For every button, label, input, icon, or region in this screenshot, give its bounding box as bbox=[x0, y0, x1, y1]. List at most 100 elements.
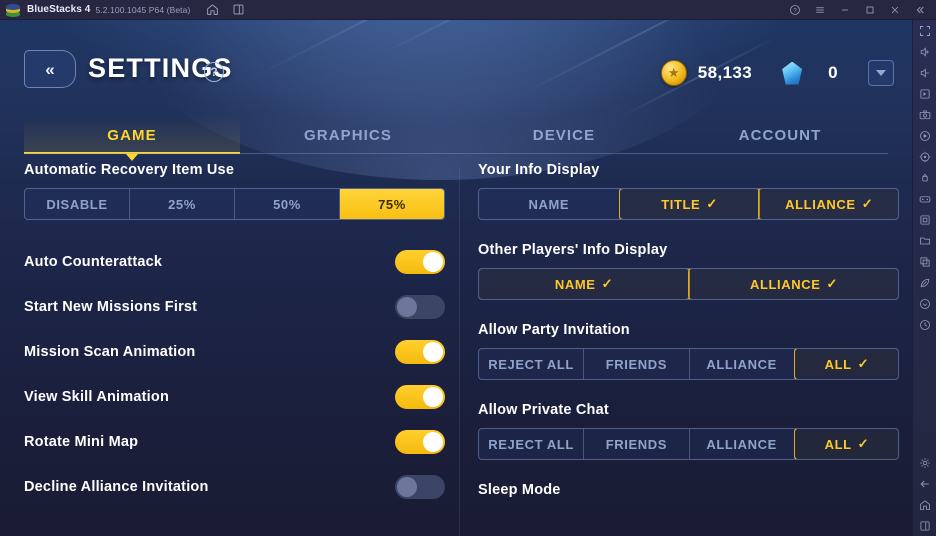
help-icon[interactable]: ? bbox=[782, 0, 807, 19]
option-label: ALL bbox=[824, 436, 852, 452]
private-chat-segmented-control: REJECT ALL FRIENDS ALLIANCE ALL ✓ bbox=[478, 428, 899, 460]
close-icon[interactable] bbox=[882, 0, 907, 19]
back-arrow-icon[interactable] bbox=[913, 473, 936, 494]
recovery-option-50[interactable]: 50% bbox=[235, 189, 340, 219]
multi-instance-icon[interactable] bbox=[232, 3, 245, 16]
eco-mode-icon[interactable] bbox=[913, 272, 936, 293]
check-icon: ✓ bbox=[857, 356, 870, 371]
other-info-section-title: Other Players' Info Display bbox=[478, 242, 668, 258]
left-settings-column: Automatic Recovery Item Use DISABLE 25% … bbox=[24, 162, 445, 501]
bluestacks-window: BlueStacks 4 5.2.100.1045 P64 (Beta) ? «… bbox=[0, 0, 936, 536]
resource-dropdown-button[interactable] bbox=[868, 60, 894, 86]
setting-row-mission-scan-animation[interactable]: Mission Scan Animation bbox=[24, 338, 445, 366]
party-option-reject-all[interactable]: REJECT ALL bbox=[479, 349, 585, 379]
home-icon[interactable] bbox=[913, 494, 936, 515]
other-info-option-alliance[interactable]: ALLIANCE ✓ bbox=[688, 269, 898, 299]
party-option-alliance[interactable]: ALLIANCE bbox=[690, 349, 795, 379]
screenshot-icon[interactable] bbox=[913, 104, 936, 125]
minimize-icon[interactable] bbox=[832, 0, 857, 19]
setting-label: View Skill Animation bbox=[24, 389, 170, 405]
option-label: ALL bbox=[824, 356, 852, 372]
option-label: ALLIANCE bbox=[749, 276, 821, 292]
tab-game[interactable]: GAME bbox=[24, 116, 240, 161]
setting-row-start-new-missions-first[interactable]: Start New Missions First bbox=[24, 293, 445, 321]
svg-text:?: ? bbox=[793, 8, 797, 14]
location-icon[interactable] bbox=[913, 146, 936, 167]
back-button[interactable]: « bbox=[24, 50, 76, 88]
recents-icon[interactable] bbox=[913, 515, 936, 536]
folder-icon[interactable] bbox=[913, 230, 936, 251]
setting-row-view-skill-animation[interactable]: View Skill Animation bbox=[24, 383, 445, 411]
check-icon: ✓ bbox=[826, 276, 839, 291]
your-info-section-title: Your Info Display bbox=[478, 162, 600, 178]
toggle-decline-alliance-invitation[interactable] bbox=[395, 475, 445, 499]
setting-label: Decline Alliance Invitation bbox=[24, 479, 209, 495]
tab-graphics[interactable]: GRAPHICS bbox=[240, 116, 456, 154]
shake-icon[interactable] bbox=[913, 167, 936, 188]
fullscreen-icon[interactable] bbox=[913, 20, 936, 41]
toggle-auto-counterattack[interactable] bbox=[395, 250, 445, 274]
option-label: FRIENDS bbox=[605, 436, 667, 452]
settings-gear-icon[interactable] bbox=[913, 452, 936, 473]
settings-tabs: GAME GRAPHICS DEVICE ACCOUNT bbox=[24, 116, 888, 161]
install-apk-icon[interactable] bbox=[913, 293, 936, 314]
sleep-mode-section-title: Sleep Mode bbox=[478, 482, 561, 498]
chat-option-all[interactable]: ALL ✓ bbox=[793, 429, 898, 459]
maximize-icon[interactable] bbox=[857, 0, 882, 19]
recovery-segmented-control: DISABLE 25% 50% 75% bbox=[24, 188, 445, 220]
option-label: REJECT ALL bbox=[488, 356, 574, 372]
tab-account[interactable]: ACCOUNT bbox=[672, 116, 888, 154]
chat-option-reject-all[interactable]: REJECT ALL bbox=[479, 429, 585, 459]
your-info-option-name[interactable]: NAME bbox=[479, 189, 620, 219]
recovery-option-75[interactable]: 75% bbox=[340, 189, 444, 219]
right-settings-column: Your Info Display NAME TITLE ✓ ALLIANCE … bbox=[478, 162, 899, 498]
your-info-option-alliance[interactable]: ALLIANCE ✓ bbox=[758, 189, 898, 219]
check-icon: ✓ bbox=[601, 276, 614, 291]
chat-option-alliance[interactable]: ALLIANCE bbox=[690, 429, 795, 459]
party-option-friends[interactable]: FRIENDS bbox=[584, 349, 690, 379]
setting-row-auto-counterattack[interactable]: Auto Counterattack bbox=[24, 248, 445, 276]
volume-down-icon[interactable] bbox=[913, 62, 936, 83]
gem-amount: 0 bbox=[828, 63, 838, 82]
toggle-mission-scan-animation[interactable] bbox=[395, 340, 445, 364]
collapse-icon[interactable] bbox=[907, 0, 932, 19]
setting-label: Mission Scan Animation bbox=[24, 344, 196, 360]
check-icon: ✓ bbox=[857, 436, 870, 451]
party-option-all[interactable]: ALL ✓ bbox=[793, 349, 898, 379]
your-info-segmented-control: NAME TITLE ✓ ALLIANCE ✓ bbox=[478, 188, 899, 220]
copy-icon[interactable] bbox=[913, 251, 936, 272]
other-info-option-name[interactable]: NAME ✓ bbox=[479, 269, 690, 299]
bluestacks-logo-icon bbox=[6, 3, 20, 17]
video-record-icon[interactable] bbox=[913, 125, 936, 146]
resource-bar: ★ 58,133 0 bbox=[660, 56, 894, 90]
clock-icon[interactable] bbox=[913, 314, 936, 335]
tab-device[interactable]: DEVICE bbox=[456, 116, 672, 154]
recovery-option-disable[interactable]: DISABLE bbox=[25, 189, 130, 219]
setting-row-rotate-mini-map[interactable]: Rotate Mini Map bbox=[24, 428, 445, 456]
setting-row-decline-alliance-invitation[interactable]: Decline Alliance Invitation bbox=[24, 473, 445, 501]
keymapping-icon[interactable] bbox=[913, 83, 936, 104]
gold-coin-icon: ★ bbox=[660, 60, 687, 86]
recovery-option-25[interactable]: 25% bbox=[130, 189, 235, 219]
gem-icon bbox=[782, 61, 803, 85]
page-header: « SETTINGS ? ★ 58,133 0 bbox=[0, 20, 912, 108]
chat-option-friends[interactable]: FRIENDS bbox=[584, 429, 690, 459]
option-label: ALLIANCE bbox=[785, 196, 856, 212]
option-label: 75% bbox=[378, 196, 406, 212]
gamepad-icon[interactable] bbox=[913, 188, 936, 209]
home-icon[interactable] bbox=[206, 3, 219, 16]
toggle-view-skill-animation[interactable] bbox=[395, 385, 445, 409]
volume-up-icon[interactable] bbox=[913, 41, 936, 62]
app-version: 5.2.100.1045 P64 (Beta) bbox=[95, 4, 191, 15]
settings-help-icon[interactable]: ? bbox=[204, 62, 224, 82]
toggle-rotate-mini-map[interactable] bbox=[395, 430, 445, 454]
check-icon: ✓ bbox=[861, 196, 874, 211]
party-invitation-section-title: Allow Party Invitation bbox=[478, 322, 630, 338]
your-info-option-title[interactable]: TITLE ✓ bbox=[618, 189, 761, 219]
setting-label: Rotate Mini Map bbox=[24, 434, 139, 450]
menu-icon[interactable] bbox=[807, 0, 832, 19]
option-label: 50% bbox=[273, 196, 301, 212]
option-label: TITLE bbox=[661, 196, 701, 212]
toggle-start-new-missions-first[interactable] bbox=[395, 295, 445, 319]
macro-icon[interactable] bbox=[913, 209, 936, 230]
